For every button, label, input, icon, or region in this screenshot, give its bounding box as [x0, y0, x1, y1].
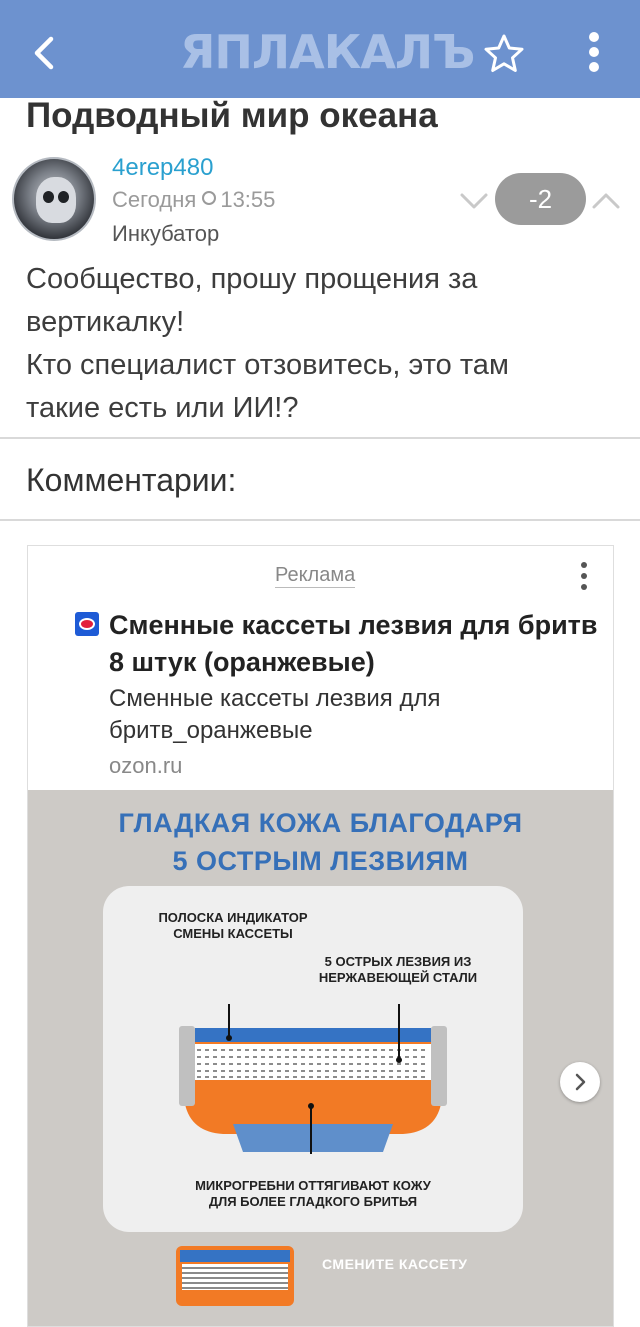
chevron-left-icon[interactable]	[22, 30, 68, 76]
ozon-favicon-icon	[75, 612, 99, 636]
more-vertical-icon[interactable]	[576, 560, 592, 592]
caption-microcombs: МИКРОГРЕБНИ ОТТЯГИВАЮТ КОЖУ ДЛЯ БОЛЕЕ ГЛ…	[195, 1178, 431, 1209]
divider	[0, 519, 640, 521]
site-logo[interactable]: ЯПЛАКАЛЪ	[180, 22, 475, 82]
ad-label[interactable]: Реклама	[275, 564, 356, 588]
chevron-right-icon	[575, 1073, 586, 1091]
clock-icon	[202, 191, 217, 205]
ad-block[interactable]: Реклама Сменные кассеты лезвия для бритв…	[27, 545, 614, 1327]
ad-image-title: ГЛАДКАЯ КОЖА БЛАГОДАРЯ 5 ОСТРЫМ ЛЕЗВИЯМ	[28, 804, 613, 880]
post-text-line: Сообщество, прошу прощения за	[26, 263, 478, 295]
vote-down-icon[interactable]	[458, 186, 490, 216]
post-time: Сегодня 13:55	[112, 187, 275, 213]
time-label: Сегодня	[112, 187, 197, 212]
post-text-line: такие есть или ИИ!?	[26, 392, 299, 424]
author-status: Инкубатор	[112, 221, 220, 246]
time-value: 13:55	[220, 187, 276, 212]
top-app-bar: ЯПЛАКАЛЪ	[0, 0, 640, 98]
thumb-caption: СМЕНИТЕ КАССЕТУ	[322, 1256, 468, 1272]
ad-description[interactable]: Сменные кассеты лезвия для бритв_оранжев…	[109, 683, 599, 747]
post-score: -2	[495, 173, 586, 225]
skull-icon	[36, 177, 76, 223]
star-outline-icon[interactable]	[482, 32, 526, 76]
razor-cartridge-icon	[179, 1004, 447, 1154]
product-illustration: ПОЛОСКА ИНДИКАТОР СМЕНЫ КАССЕТЫ 5 ОСТРЫХ…	[103, 886, 523, 1232]
post-body: Сообщество, прошу прощения за вертикалку…	[26, 258, 626, 430]
post-title: Подводный мир океана	[26, 96, 438, 135]
more-vertical-icon[interactable]	[578, 28, 610, 76]
divider	[0, 437, 640, 439]
ad-image-title-line: ГЛАДКАЯ КОЖА БЛАГОДАРЯ	[118, 808, 523, 838]
ad-image[interactable]: ГЛАДКАЯ КОЖА БЛАГОДАРЯ 5 ОСТРЫМ ЛЕЗВИЯМ …	[28, 790, 613, 1326]
ad-domain[interactable]: ozon.ru	[109, 753, 182, 779]
author-name[interactable]: 4erep480	[112, 154, 213, 182]
cartridge-thumbnail	[176, 1246, 294, 1306]
carousel-next-button[interactable]	[560, 1062, 600, 1102]
post-text-line: вертикалку!	[26, 306, 185, 338]
comments-heading: Комментарии:	[26, 462, 237, 498]
ad-image-title-line: 5 ОСТРЫМ ЛЕЗВИЯМ	[172, 846, 469, 876]
vote-up-icon[interactable]	[590, 186, 622, 216]
avatar[interactable]	[12, 157, 96, 241]
caption-indicator: ПОЛОСКА ИНДИКАТОР СМЕНЫ КАССЕТЫ	[158, 910, 308, 941]
caption-blades: 5 ОСТРЫХ ЛЕЗВИЯ ИЗ НЕРЖАВЕЮЩЕЙ СТАЛИ	[318, 954, 478, 985]
ad-headline[interactable]: Сменные кассеты лезвия для бритв 8 штук …	[109, 607, 599, 681]
post-text-line: Кто специалист отзовитесь, это там	[26, 349, 509, 381]
